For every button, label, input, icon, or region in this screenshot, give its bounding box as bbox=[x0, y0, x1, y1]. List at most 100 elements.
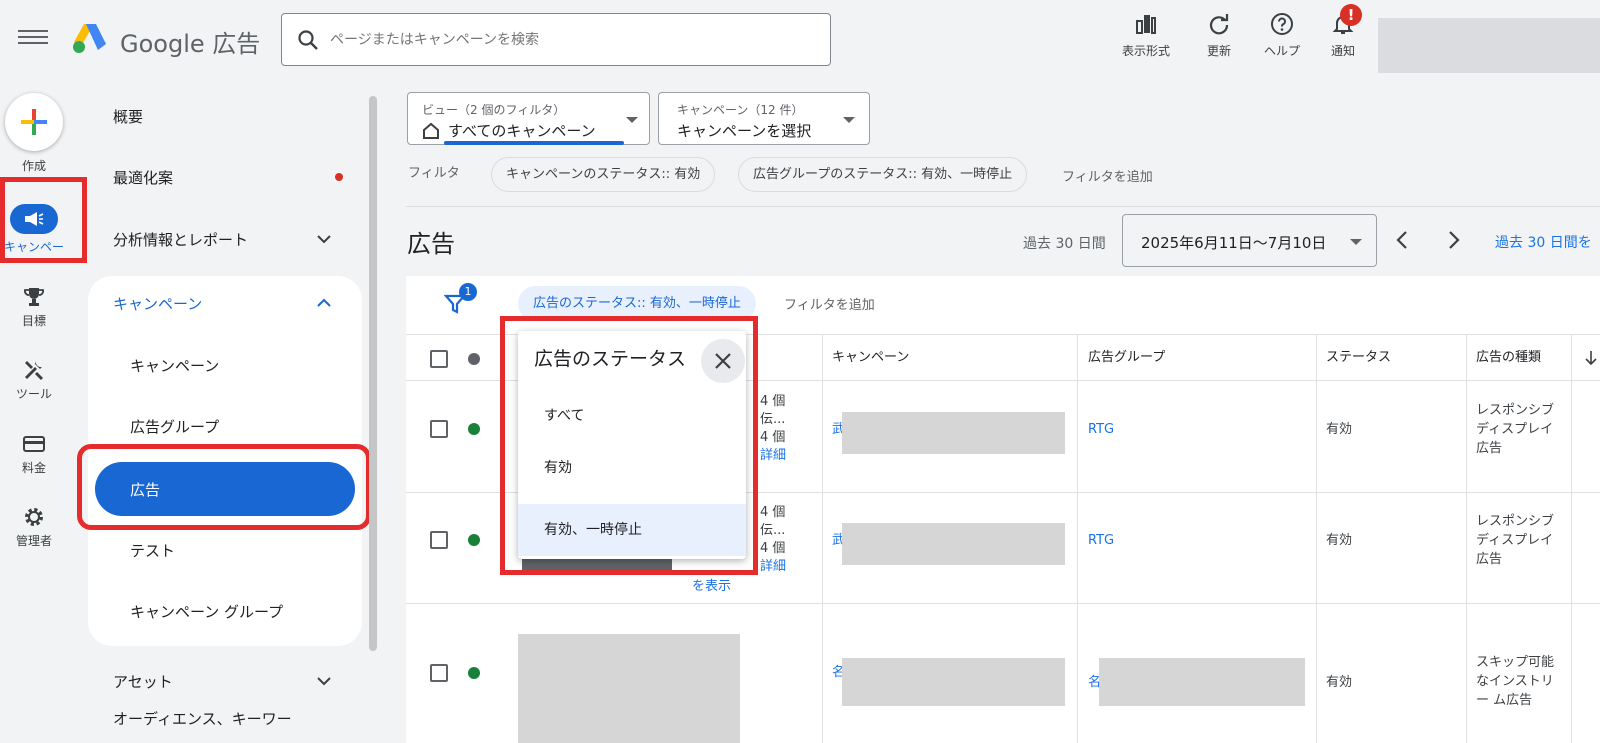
nav-campaigns-group[interactable]: キャンペーン bbox=[86, 275, 366, 331]
compare-range-link[interactable]: 過去 30 日間を bbox=[1495, 232, 1592, 252]
caret-down-icon bbox=[1350, 239, 1362, 245]
nav-experiments-label: テスト bbox=[130, 541, 176, 560]
adgroup-link[interactable]: RTG bbox=[1088, 420, 1114, 439]
home-icon bbox=[423, 122, 439, 139]
rail-admin-label: 管理者 bbox=[15, 534, 52, 548]
rail-tools[interactable]: ツール bbox=[0, 358, 68, 402]
caret-down-icon bbox=[626, 117, 638, 123]
row-checkbox[interactable] bbox=[430, 664, 448, 682]
gear-icon bbox=[25, 508, 43, 526]
create-button[interactable] bbox=[5, 93, 63, 151]
nav-overview[interactable]: 概要 bbox=[86, 88, 366, 144]
sidenav-scrollbar[interactable] bbox=[369, 96, 377, 651]
google-ads-logo bbox=[73, 24, 106, 53]
rail-billing[interactable]: 料金 bbox=[0, 432, 68, 476]
help-label: ヘルプ bbox=[1263, 44, 1300, 58]
nav-audiences[interactable]: オーディエンス、キーワー bbox=[86, 702, 366, 743]
trophy-icon bbox=[24, 288, 44, 306]
help-icon bbox=[1271, 13, 1293, 35]
highlight-box-ads bbox=[77, 444, 371, 530]
nav-campaigns-group-label: キャンペーン bbox=[113, 294, 203, 313]
highlight-box-popup bbox=[500, 316, 758, 575]
rail-goals-label: 目標 bbox=[21, 314, 46, 328]
row-checkbox[interactable] bbox=[430, 531, 448, 549]
search-input[interactable] bbox=[330, 14, 810, 65]
brand-title: Google 広告 bbox=[120, 30, 261, 58]
ad-details-link[interactable]: 詳細 bbox=[760, 558, 786, 576]
nav-experiments[interactable]: テスト bbox=[86, 522, 366, 578]
menu-icon[interactable] bbox=[18, 26, 48, 52]
col-campaign[interactable]: キャンペーン bbox=[832, 336, 909, 380]
chevron-down-icon bbox=[317, 677, 331, 686]
view-dropdown-value: すべてのキャンペーン bbox=[448, 122, 596, 140]
prev-period-icon[interactable] bbox=[1393, 229, 1411, 251]
col-status[interactable]: ステータス bbox=[1326, 336, 1391, 380]
redacted-ad-preview bbox=[518, 634, 740, 743]
range-label: 過去 30 日間 bbox=[1023, 236, 1106, 252]
show-more-link[interactable]: を表示 bbox=[692, 577, 731, 596]
sort-arrow-icon[interactable] bbox=[1584, 350, 1598, 366]
date-range-picker[interactable]: 2025年6月11日～7月10日 bbox=[1122, 214, 1377, 267]
nav-campaign-groups-label: キャンペーン グループ bbox=[130, 602, 284, 621]
notification-badge: ! bbox=[1340, 4, 1362, 26]
help-button[interactable]: ヘルプ bbox=[1254, 12, 1310, 62]
nav-insights[interactable]: 分析情報とレポート bbox=[86, 211, 366, 267]
rail-billing-label: 料金 bbox=[21, 461, 46, 475]
ad-summary-line: 4 個 bbox=[760, 394, 786, 409]
view-dropdown[interactable]: ビュー（2 個のフィルタ） すべてのキャンペーン bbox=[407, 92, 650, 145]
nav-campaigns-label: キャンペーン bbox=[130, 356, 220, 375]
view-format-button[interactable]: 表示形式 bbox=[1113, 12, 1179, 62]
campaign-select-caption: キャンペーン（12 件） bbox=[677, 103, 804, 117]
ad-summary-line: 4 個 bbox=[760, 541, 786, 556]
caret-down-icon bbox=[843, 117, 855, 123]
status-dot bbox=[468, 534, 480, 546]
ad-type-value: レスポンシブ ディスプレイ 広告 bbox=[1476, 514, 1555, 567]
chevron-up-icon bbox=[317, 298, 331, 307]
campaign-select-dropdown[interactable]: キャンペーン（12 件） キャンペーンを選択 bbox=[658, 92, 870, 145]
tools-icon bbox=[25, 361, 44, 381]
nav-campaigns[interactable]: キャンペーン bbox=[86, 337, 366, 393]
row-checkbox[interactable] bbox=[430, 420, 448, 438]
nav-assets[interactable]: アセット bbox=[86, 653, 366, 709]
select-all-checkbox[interactable] bbox=[430, 350, 448, 368]
table-add-filter-link[interactable]: フィルタを追加 bbox=[784, 294, 875, 313]
refresh-icon bbox=[1209, 14, 1229, 35]
nav-overview-label: 概要 bbox=[113, 107, 144, 126]
status-dot bbox=[468, 667, 480, 679]
bar-chart-icon bbox=[1136, 15, 1156, 34]
adgroup-link[interactable]: RTG bbox=[1088, 531, 1114, 550]
filter-chip-campaign-status[interactable]: キャンペーンのステータス:: 有効 bbox=[491, 157, 716, 192]
nav-recommendations[interactable]: 最適化案 bbox=[86, 149, 366, 205]
ad-summary-line: 伝... bbox=[760, 412, 786, 427]
ad-summary: 4 個 伝... 4 個 詳細 bbox=[760, 504, 786, 576]
redacted-adgroup-name bbox=[1099, 658, 1305, 706]
redacted-campaign-name bbox=[842, 658, 1065, 706]
top-bar: Google 広告 表示形式 更新 ヘルプ bbox=[0, 0, 1600, 78]
toolbar-divider bbox=[406, 206, 1600, 207]
nav-recommendations-label: 最適化案 bbox=[113, 168, 174, 187]
col-adgroup[interactable]: 広告グループ bbox=[1088, 336, 1165, 380]
account-info-redacted[interactable] bbox=[1378, 18, 1600, 73]
ad-details-link[interactable]: 詳細 bbox=[760, 447, 786, 465]
redacted-campaign-name bbox=[842, 412, 1065, 454]
col-ad-type[interactable]: 広告の種類 bbox=[1476, 336, 1541, 380]
col-divider bbox=[1571, 334, 1572, 743]
ad-type-value: レスポンシブ ディスプレイ 広告 bbox=[1476, 403, 1555, 456]
nav-audiences-label: オーディエンス、キーワー bbox=[113, 710, 292, 728]
date-range-value: 2025年6月11日～7月10日 bbox=[1141, 234, 1327, 252]
credit-card-icon bbox=[23, 436, 45, 452]
search-box[interactable] bbox=[281, 13, 831, 66]
status-dot bbox=[468, 423, 480, 435]
redacted-campaign-name bbox=[842, 523, 1065, 565]
ad-summary-line: 4 個 bbox=[760, 505, 786, 520]
rail-goals[interactable]: 目標 bbox=[0, 285, 68, 329]
side-nav: 概要 最適化案 分析情報とレポート キャンペーン キャンペーン 広告グループ 広… bbox=[86, 82, 366, 743]
rail-admin[interactable]: 管理者 bbox=[0, 505, 68, 549]
add-filter-link[interactable]: フィルタを追加 bbox=[1062, 166, 1153, 185]
status-value: 有効 bbox=[1326, 533, 1353, 548]
recommendations-dot bbox=[335, 173, 343, 181]
next-period-icon[interactable] bbox=[1445, 229, 1463, 251]
nav-campaign-groups[interactable]: キャンペーン グループ bbox=[86, 583, 366, 639]
filter-chip-adgroup-status[interactable]: 広告グループのステータス:: 有効、一時停止 bbox=[738, 157, 1028, 192]
refresh-button[interactable]: 更新 bbox=[1197, 12, 1241, 62]
